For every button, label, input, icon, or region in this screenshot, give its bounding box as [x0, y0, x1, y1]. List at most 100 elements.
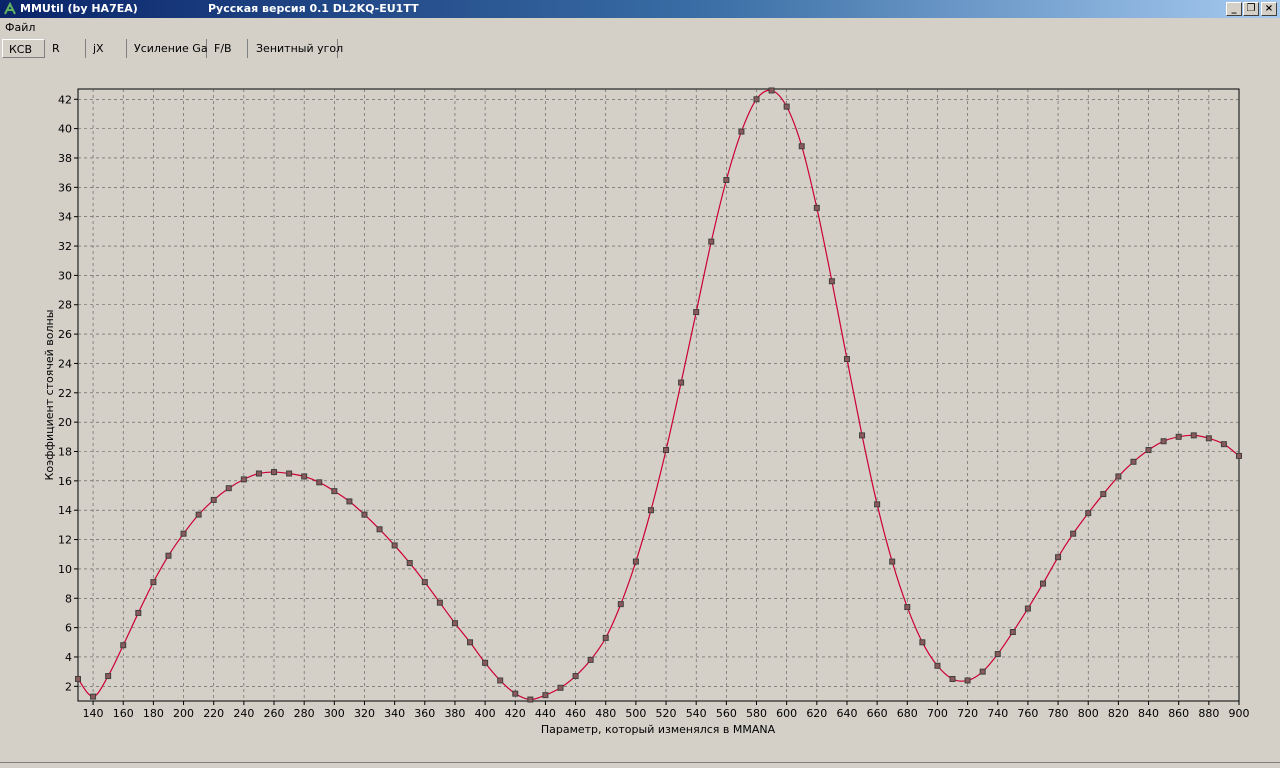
data-point: [1100, 491, 1107, 498]
data-point: [1115, 473, 1122, 480]
x-tick-label: 160: [113, 707, 134, 720]
data-point: [859, 432, 866, 439]
data-point: [286, 470, 293, 477]
data-point: [391, 542, 398, 549]
y-ticks: 24681012141618202224262830323436384042: [58, 93, 78, 693]
data-point: [738, 128, 745, 135]
data-point: [1130, 458, 1137, 465]
data-point: [406, 560, 413, 567]
data-point: [949, 675, 956, 682]
data-point: [421, 579, 428, 586]
window-subtitle: Русская версия 0.1 DL2KQ-EU1TT: [208, 2, 419, 15]
x-tick-label: 220: [203, 707, 224, 720]
window-title: MMUtil (by HA7EA): [20, 2, 138, 15]
x-tick-label: 740: [987, 707, 1008, 720]
data-point: [798, 143, 805, 150]
x-tick-label: 500: [625, 707, 646, 720]
data-point: [617, 601, 624, 608]
tab-swr[interactable]: КСВ: [2, 39, 45, 58]
data-point: [180, 530, 187, 537]
data-point: [361, 511, 368, 518]
x-tick-label: 580: [746, 707, 767, 720]
tab-elevation[interactable]: Зенитный угол: [250, 39, 343, 58]
x-tick-label: 880: [1198, 707, 1219, 720]
x-tick-label: 180: [143, 707, 164, 720]
data-point: [964, 677, 971, 684]
close-button[interactable]: ×: [1261, 2, 1277, 16]
data-point: [1009, 629, 1016, 636]
x-tick-label: 320: [354, 707, 375, 720]
x-tick-label: 840: [1138, 707, 1159, 720]
y-tick-label: 38: [58, 152, 72, 165]
data-point: [1070, 530, 1077, 537]
data-point: [934, 662, 941, 669]
data-point: [647, 507, 654, 514]
data-point: [240, 476, 247, 483]
data-point: [723, 176, 730, 183]
x-tick-label: 480: [595, 707, 616, 720]
data-point: [271, 469, 278, 476]
tab-gain[interactable]: Усиление Ga: [128, 39, 208, 58]
x-tick-label: 440: [535, 707, 556, 720]
data-point: [919, 639, 926, 646]
x-tick-label: 300: [324, 707, 345, 720]
tab-fb[interactable]: F/B: [208, 39, 248, 58]
y-tick-label: 4: [65, 651, 72, 664]
data-point: [828, 278, 835, 285]
x-tick-label: 800: [1078, 707, 1099, 720]
data-point: [225, 485, 232, 492]
plot-area: [77, 88, 1240, 702]
y-tick-label: 2: [65, 680, 72, 693]
data-point: [195, 511, 202, 518]
tab-r[interactable]: R: [46, 39, 86, 58]
data-point: [120, 642, 127, 649]
data-point: [753, 96, 760, 103]
data-point: [843, 356, 850, 363]
y-tick-label: 18: [58, 446, 72, 459]
data-point: [436, 599, 443, 606]
y-tick-label: 28: [58, 299, 72, 312]
data-point: [1236, 452, 1242, 459]
y-tick-label: 20: [58, 416, 72, 429]
title-bar: MMUtil (by HA7EA) Русская версия 0.1 DL2…: [0, 0, 1280, 18]
data-point: [150, 579, 157, 586]
menu-file[interactable]: Файл: [5, 21, 35, 34]
y-tick-label: 42: [58, 93, 72, 106]
data-point: [512, 690, 519, 697]
data-point: [90, 693, 97, 700]
data-point: [587, 656, 594, 663]
x-tick-label: 380: [444, 707, 465, 720]
restore-button[interactable]: ❐: [1243, 2, 1259, 16]
data-point: [768, 87, 775, 94]
app-icon: [4, 2, 16, 15]
data-point: [1220, 441, 1227, 448]
y-tick-label: 30: [58, 269, 72, 282]
data-point: [663, 447, 670, 454]
y-tick-label: 32: [58, 240, 72, 253]
data-point: [678, 379, 685, 386]
x-tick-label: 760: [1017, 707, 1038, 720]
y-tick-label: 10: [58, 563, 72, 576]
x-tick-label: 620: [806, 707, 827, 720]
menu-bar: Файл: [0, 19, 1280, 37]
x-tick-label: 400: [475, 707, 496, 720]
x-tick-label: 680: [897, 707, 918, 720]
y-tick-label: 26: [58, 328, 72, 341]
data-point: [1039, 580, 1046, 587]
x-tick-label: 280: [294, 707, 315, 720]
x-ticks: 140 160 180 200 220 240 260 280 300 320 340 360 380 4…: [83, 701, 1250, 720]
data-point: [572, 673, 579, 680]
x-tick-label: 360: [414, 707, 435, 720]
data-point: [1205, 435, 1212, 442]
data-point: [1085, 510, 1092, 517]
x-tick-label: 660: [867, 707, 888, 720]
tab-jx[interactable]: jX: [87, 39, 127, 58]
y-tick-label: 34: [58, 211, 72, 224]
y-tick-label: 22: [58, 387, 72, 400]
y-tick-label: 12: [58, 534, 72, 547]
x-tick-label: 860: [1168, 707, 1189, 720]
data-point: [135, 609, 142, 616]
minimize-button[interactable]: _: [1226, 2, 1242, 16]
x-tick-label: 780: [1048, 707, 1069, 720]
y-tick-label: 16: [58, 475, 72, 488]
